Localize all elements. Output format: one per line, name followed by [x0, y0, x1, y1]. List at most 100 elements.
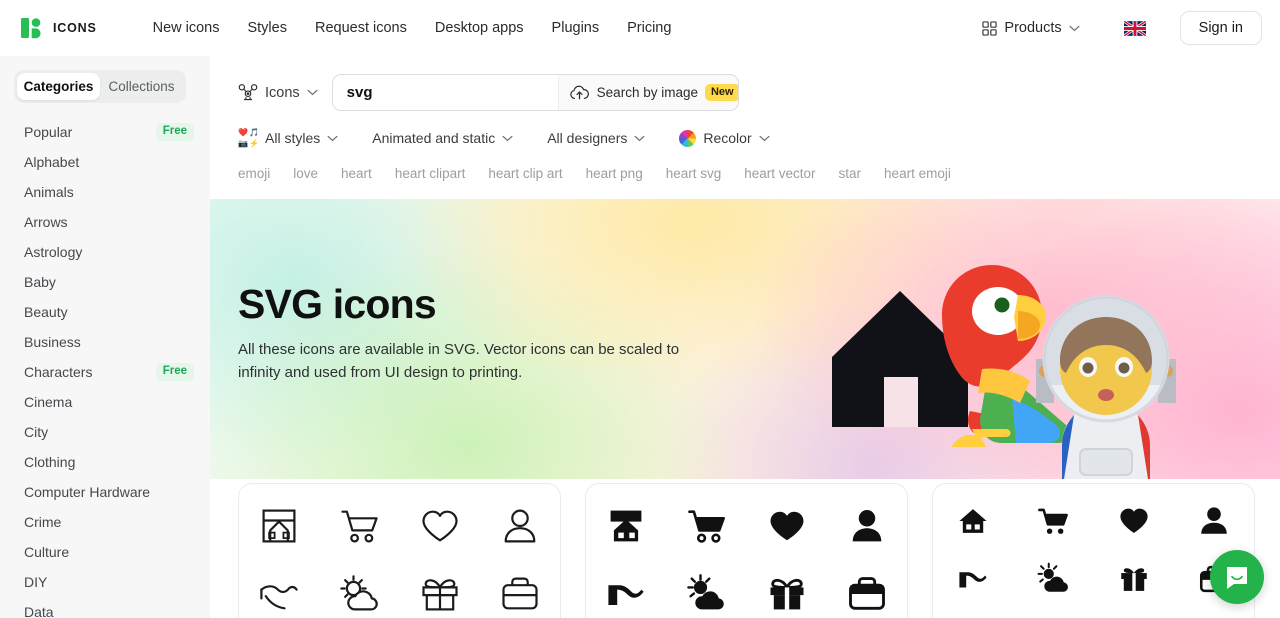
filter-recolor[interactable]: Recolor	[679, 129, 770, 147]
tag-chip[interactable]: love	[293, 166, 318, 181]
style-card-filled-small[interactable]	[932, 483, 1255, 618]
nav-styles[interactable]: Styles	[233, 14, 301, 42]
sidebar-item-alphabet[interactable]: Alphabet	[0, 147, 210, 177]
user-icon[interactable]	[498, 504, 542, 548]
language-switcher[interactable]	[1123, 20, 1146, 36]
heart-icon[interactable]	[418, 504, 462, 548]
cloud-upload-icon	[569, 85, 589, 99]
chevron-down-icon	[1069, 25, 1080, 31]
home-icon[interactable]	[956, 504, 990, 538]
home-icon[interactable]	[257, 504, 301, 548]
category-label: Astrology	[24, 244, 83, 260]
category-label: Popular	[24, 124, 73, 140]
category-label: Cinema	[24, 394, 73, 410]
chat-launcher-button[interactable]	[1210, 550, 1264, 604]
style-card-filled[interactable]	[585, 483, 908, 618]
tag-chip[interactable]: heart png	[586, 166, 643, 181]
briefcase-icon[interactable]	[845, 572, 889, 616]
search-row: Icons Search by image New	[210, 56, 1280, 111]
gift-icon[interactable]	[1117, 562, 1151, 596]
icon-grid	[239, 504, 560, 616]
user-icon[interactable]	[845, 504, 889, 548]
chevron-down-icon	[307, 89, 318, 96]
hero-illustration	[832, 265, 1176, 479]
uk-flag-icon	[1123, 20, 1146, 36]
shopping-cart-icon[interactable]	[337, 504, 381, 548]
search-type-select[interactable]: Icons	[238, 83, 318, 102]
sidebar-item-culture[interactable]: Culture	[0, 537, 210, 567]
sidebar-item-city[interactable]: City	[0, 417, 210, 447]
tag-chip[interactable]: heart svg	[666, 166, 722, 181]
sidebar-item-arrows[interactable]: Arrows	[0, 207, 210, 237]
nav-new-icons[interactable]: New icons	[139, 14, 234, 42]
category-label: Data	[24, 604, 54, 618]
tab-collections[interactable]: Collections	[100, 73, 183, 100]
partly-cloudy-icon[interactable]	[684, 572, 728, 616]
sidebar-item-clothing[interactable]: Clothing	[0, 447, 210, 477]
logo[interactable]: ICONS	[20, 16, 97, 40]
category-label: Characters	[24, 364, 93, 380]
related-tags: emoji love heart heart clipart heart cli…	[210, 148, 1280, 181]
products-label: Products	[1004, 20, 1062, 36]
filter-label: Animated and static	[372, 130, 496, 146]
sidebar-item-animals[interactable]: Animals	[0, 177, 210, 207]
heart-icon[interactable]	[1117, 504, 1151, 538]
category-label: City	[24, 424, 49, 440]
nav-request-icons[interactable]: Request icons	[301, 14, 421, 42]
sidebar-item-characters[interactable]: Characters Free	[0, 357, 210, 387]
tag-chip[interactable]: heart	[341, 166, 372, 181]
new-badge: New	[704, 83, 738, 102]
tag-chip[interactable]: heart clip art	[488, 166, 562, 181]
bolt-glyph: ⚡	[249, 139, 259, 148]
filter-all-styles[interactable]: ❤️ 🎵 📷 ⚡ All styles	[238, 128, 338, 148]
intercom-chat-icon	[1227, 567, 1247, 589]
chevron-down-icon	[759, 135, 770, 141]
filter-designers[interactable]: All designers	[547, 130, 645, 146]
partly-cloudy-icon[interactable]	[337, 572, 381, 616]
products-menu[interactable]: Products	[972, 14, 1089, 42]
astronaut-emoji	[1036, 295, 1176, 479]
hand-swipe-icon[interactable]	[604, 572, 648, 616]
sidebar-item-cinema[interactable]: Cinema	[0, 387, 210, 417]
filter-label: All styles	[265, 130, 321, 146]
sidebar-item-crime[interactable]: Crime	[0, 507, 210, 537]
search-by-image-button[interactable]: Search by image New	[557, 75, 738, 110]
heart-icon[interactable]	[765, 504, 809, 548]
filter-label: All designers	[547, 130, 628, 146]
partly-cloudy-icon[interactable]	[1036, 562, 1070, 596]
shopping-cart-icon[interactable]	[684, 504, 728, 548]
sidebar-item-business[interactable]: Business	[0, 327, 210, 357]
shopping-cart-icon[interactable]	[1036, 504, 1070, 538]
search-input[interactable]	[332, 84, 558, 101]
sidebar-item-diy[interactable]: DIY	[0, 567, 210, 597]
gift-icon[interactable]	[765, 572, 809, 616]
gift-icon[interactable]	[418, 572, 462, 616]
tag-chip[interactable]: emoji	[238, 166, 270, 181]
home-icon[interactable]	[604, 504, 648, 548]
style-card-outline[interactable]	[238, 483, 561, 618]
tag-chip[interactable]: heart clipart	[395, 166, 466, 181]
nav-desktop-apps[interactable]: Desktop apps	[421, 14, 538, 42]
sidebar-item-computer-hardware[interactable]: Computer Hardware	[0, 477, 210, 507]
sidebar-item-baby[interactable]: Baby	[0, 267, 210, 297]
tab-categories[interactable]: Categories	[17, 73, 100, 100]
nav-plugins[interactable]: Plugins	[538, 14, 614, 42]
hand-swipe-icon[interactable]	[257, 572, 301, 616]
category-label: Arrows	[24, 214, 68, 230]
sidebar-item-beauty[interactable]: Beauty	[0, 297, 210, 327]
sign-in-button[interactable]: Sign in	[1179, 11, 1262, 45]
tag-chip[interactable]: heart vector	[744, 166, 815, 181]
icons8-logo-icon	[21, 18, 41, 39]
tag-chip[interactable]: heart emoji	[884, 166, 951, 181]
sidebar-item-data[interactable]: Data	[0, 597, 210, 618]
filter-animation[interactable]: Animated and static	[372, 130, 513, 146]
briefcase-icon[interactable]	[498, 572, 542, 616]
category-label: Beauty	[24, 304, 68, 320]
hand-swipe-icon[interactable]	[956, 562, 990, 596]
nav-pricing[interactable]: Pricing	[613, 14, 685, 42]
sidebar-item-astrology[interactable]: Astrology	[0, 237, 210, 267]
category-sidebar: Categories Collections Popular Free Alph…	[0, 56, 210, 618]
tag-chip[interactable]: star	[839, 166, 862, 181]
sidebar-item-popular[interactable]: Popular Free	[0, 117, 210, 147]
user-icon[interactable]	[1197, 504, 1231, 538]
